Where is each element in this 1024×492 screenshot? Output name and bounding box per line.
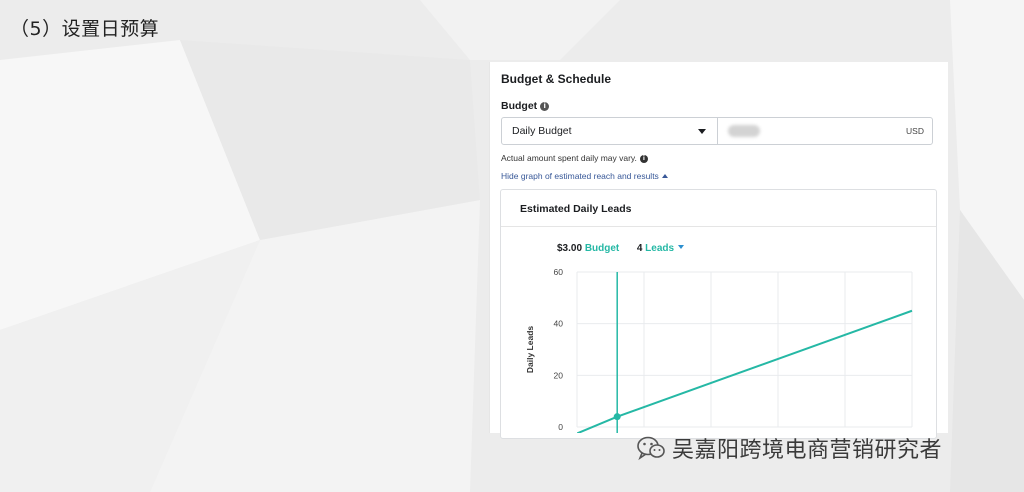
chevron-down-icon [698,129,706,134]
hide-graph-link-label: Hide graph of estimated reach and result… [501,171,659,181]
budget-type-value: Daily Budget [512,125,572,137]
budget-schedule-panel: Budget & Schedule Budget i Daily Budget U… [489,62,948,439]
budget-type-dropdown[interactable]: Daily Budget [502,118,718,144]
series-line [577,309,913,433]
y-axis-label: Daily Leads [525,326,535,374]
spend-note: Actual amount spent daily may vary. [501,153,637,163]
spend-note-row: Actual amount spent daily may vary. i [501,153,648,163]
y-tick-label: 40 [554,319,564,329]
budget-row: Daily Budget USD [501,117,933,145]
leads-chart: 0 20 40 60 Daily Leads [525,267,913,433]
watermark-text: 吴嘉阳跨境电商营销研究者 [672,438,943,463]
budget-label-row: Budget i [501,100,550,112]
wechat-icon [637,436,665,461]
hide-graph-link[interactable]: Hide graph of estimated reach and result… [501,171,668,181]
y-tick-label: 20 [554,370,564,380]
budget-marker-point [613,413,621,421]
chevron-up-icon [661,174,668,178]
y-tick-label: 60 [554,267,564,277]
redacted-amount [728,125,760,137]
watermark: 吴嘉阳跨境电商营销研究者 [636,432,943,463]
info-icon[interactable]: i [639,155,648,163]
info-icon[interactable]: i [540,102,550,111]
slide-title: （5）设置日预算 [10,18,160,40]
currency-label: USD [906,126,924,136]
panel-heading: Budget & Schedule [501,72,612,86]
budget-label: Budget [501,100,538,112]
y-tick-label: 0 [558,422,563,432]
estimated-leads-card: Estimated Daily Leads $3.00 Budget 4 Lea… [500,189,937,439]
